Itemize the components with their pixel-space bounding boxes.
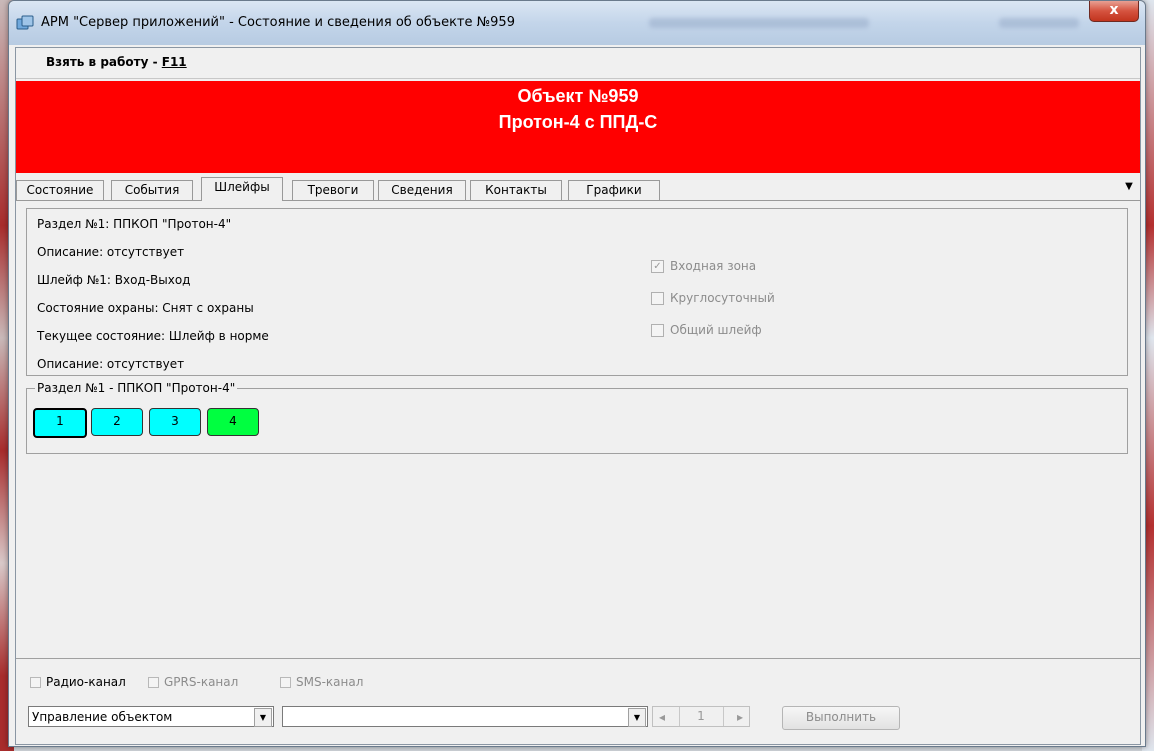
- tab-strip: Состояние События Шлейфы Тревоги Сведени…: [16, 176, 1140, 201]
- tab-label: Графики: [586, 183, 642, 197]
- close-icon: x: [1109, 2, 1119, 18]
- entry-zone-checkbox[interactable]: ✓ Входная зона: [651, 259, 756, 273]
- zones-group: Раздел №1 - ППКОП "Протон-4" 1 2 3 4: [26, 381, 1128, 454]
- object-banner: Объект №959 Протон-4 с ППД-С: [16, 81, 1140, 173]
- loop-info-panel: Раздел №1: ППКОП "Протон-4" Описание: от…: [26, 208, 1128, 376]
- page-stepper[interactable]: ◂ 1 ▸: [652, 706, 750, 727]
- round-the-clock-checkbox[interactable]: Круглосуточный: [651, 291, 775, 305]
- tab-events[interactable]: События: [111, 180, 193, 201]
- checkbox-box: [651, 323, 664, 337]
- close-button[interactable]: x: [1089, 1, 1139, 22]
- take-to-work-shortcut: F11: [161, 55, 187, 69]
- tab-loops[interactable]: Шлейфы: [201, 177, 283, 201]
- common-loop-checkbox[interactable]: Общий шлейф: [651, 323, 762, 337]
- command-select[interactable]: ▼: [282, 706, 648, 727]
- zone-label: 1: [56, 414, 64, 428]
- checkbox-box: [30, 676, 41, 688]
- execute-label: Выполнить: [805, 710, 877, 724]
- chevron-down-icon: ▼: [1125, 181, 1133, 192]
- loop-description: Описание: отсутствует: [37, 357, 185, 371]
- tab-state[interactable]: Состояние: [16, 180, 104, 201]
- zone-button-4[interactable]: 4: [207, 408, 259, 436]
- gprs-channel-checkbox[interactable]: GPRS-канал: [148, 675, 238, 689]
- menu-bar: Взять в работу - F11: [16, 48, 1140, 79]
- current-state: Текущее состояние: Шлейф в норме: [37, 329, 269, 343]
- tabs-dropdown-button[interactable]: ▼: [1122, 181, 1136, 197]
- section-info: Раздел №1: ППКОП "Протон-4": [37, 217, 232, 231]
- chevron-right-icon[interactable]: ▸: [737, 710, 743, 724]
- execute-button[interactable]: Выполнить: [782, 706, 900, 730]
- tab-alarms[interactable]: Тревоги: [292, 180, 374, 201]
- pager-divider: [723, 707, 724, 726]
- tab-contacts[interactable]: Контакты: [470, 180, 562, 201]
- zones-group-title: Раздел №1 - ППКОП "Протон-4": [35, 381, 238, 395]
- checkmark-icon: ✓: [651, 259, 664, 273]
- round-the-clock-label: Круглосуточный: [670, 291, 775, 305]
- title-bar-blur: [999, 18, 1079, 28]
- gprs-channel-label: GPRS-канал: [164, 675, 239, 689]
- zone-label: 3: [171, 414, 179, 428]
- checkbox-box: [280, 676, 291, 688]
- sms-channel-checkbox[interactable]: SMS-канал: [280, 675, 363, 689]
- section-description: Описание: отсутствует: [37, 245, 185, 259]
- client-area: Взять в работу - F11 Объект №959 Протон-…: [15, 47, 1141, 745]
- tab-baseline: [16, 200, 1140, 201]
- app-window: АРМ "Сервер приложений" - Состояние и св…: [8, 0, 1146, 747]
- page-number: 1: [697, 709, 705, 723]
- tab-label: Шлейфы: [214, 180, 270, 194]
- chevron-down-icon[interactable]: ▼: [628, 708, 646, 727]
- app-icon: [16, 15, 34, 31]
- sms-channel-label: SMS-канал: [296, 675, 364, 689]
- loop-name: Шлейф №1: Вход-Выход: [37, 273, 191, 287]
- zone-button-2[interactable]: 2: [91, 408, 143, 436]
- tab-label: Контакты: [485, 183, 547, 197]
- tab-label: Сведения: [391, 183, 453, 197]
- bottom-separator: [16, 658, 1140, 659]
- common-loop-label: Общий шлейф: [670, 323, 762, 337]
- zone-button-1[interactable]: 1: [33, 408, 87, 438]
- take-to-work-label: Взять в работу -: [46, 55, 162, 69]
- zone-label: 2: [113, 414, 121, 428]
- guard-state: Состояние охраны: Снят с охраны: [37, 301, 254, 315]
- object-number: Объект №959: [517, 86, 639, 106]
- checkbox-box: [148, 676, 159, 688]
- tab-label: Состояние: [26, 183, 94, 197]
- mode-select[interactable]: Управление объектом ▼: [28, 706, 274, 727]
- tab-label: Тревоги: [307, 183, 359, 197]
- radio-channel-label: Радио-канал: [46, 675, 126, 689]
- take-to-work-menu[interactable]: Взять в работу - F11: [46, 55, 187, 69]
- zone-label: 4: [229, 414, 237, 428]
- tab-graphs[interactable]: Графики: [568, 180, 660, 201]
- entry-zone-label: Входная зона: [670, 259, 757, 273]
- tab-info[interactable]: Сведения: [378, 180, 466, 201]
- radio-channel-checkbox[interactable]: Радио-канал: [30, 675, 126, 689]
- checkbox-box: [651, 291, 664, 305]
- title-bar[interactable]: АРМ "Сервер приложений" - Состояние и св…: [9, 1, 1145, 45]
- tab-label: События: [124, 183, 180, 197]
- mode-select-value: Управление объектом: [32, 710, 173, 724]
- window-title: АРМ "Сервер приложений" - Состояние и св…: [41, 15, 515, 30]
- title-bar-blur: [649, 18, 869, 28]
- zone-button-3[interactable]: 3: [149, 408, 201, 436]
- object-device: Протон-4 с ППД-С: [498, 112, 658, 132]
- chevron-down-icon[interactable]: ▼: [254, 708, 272, 727]
